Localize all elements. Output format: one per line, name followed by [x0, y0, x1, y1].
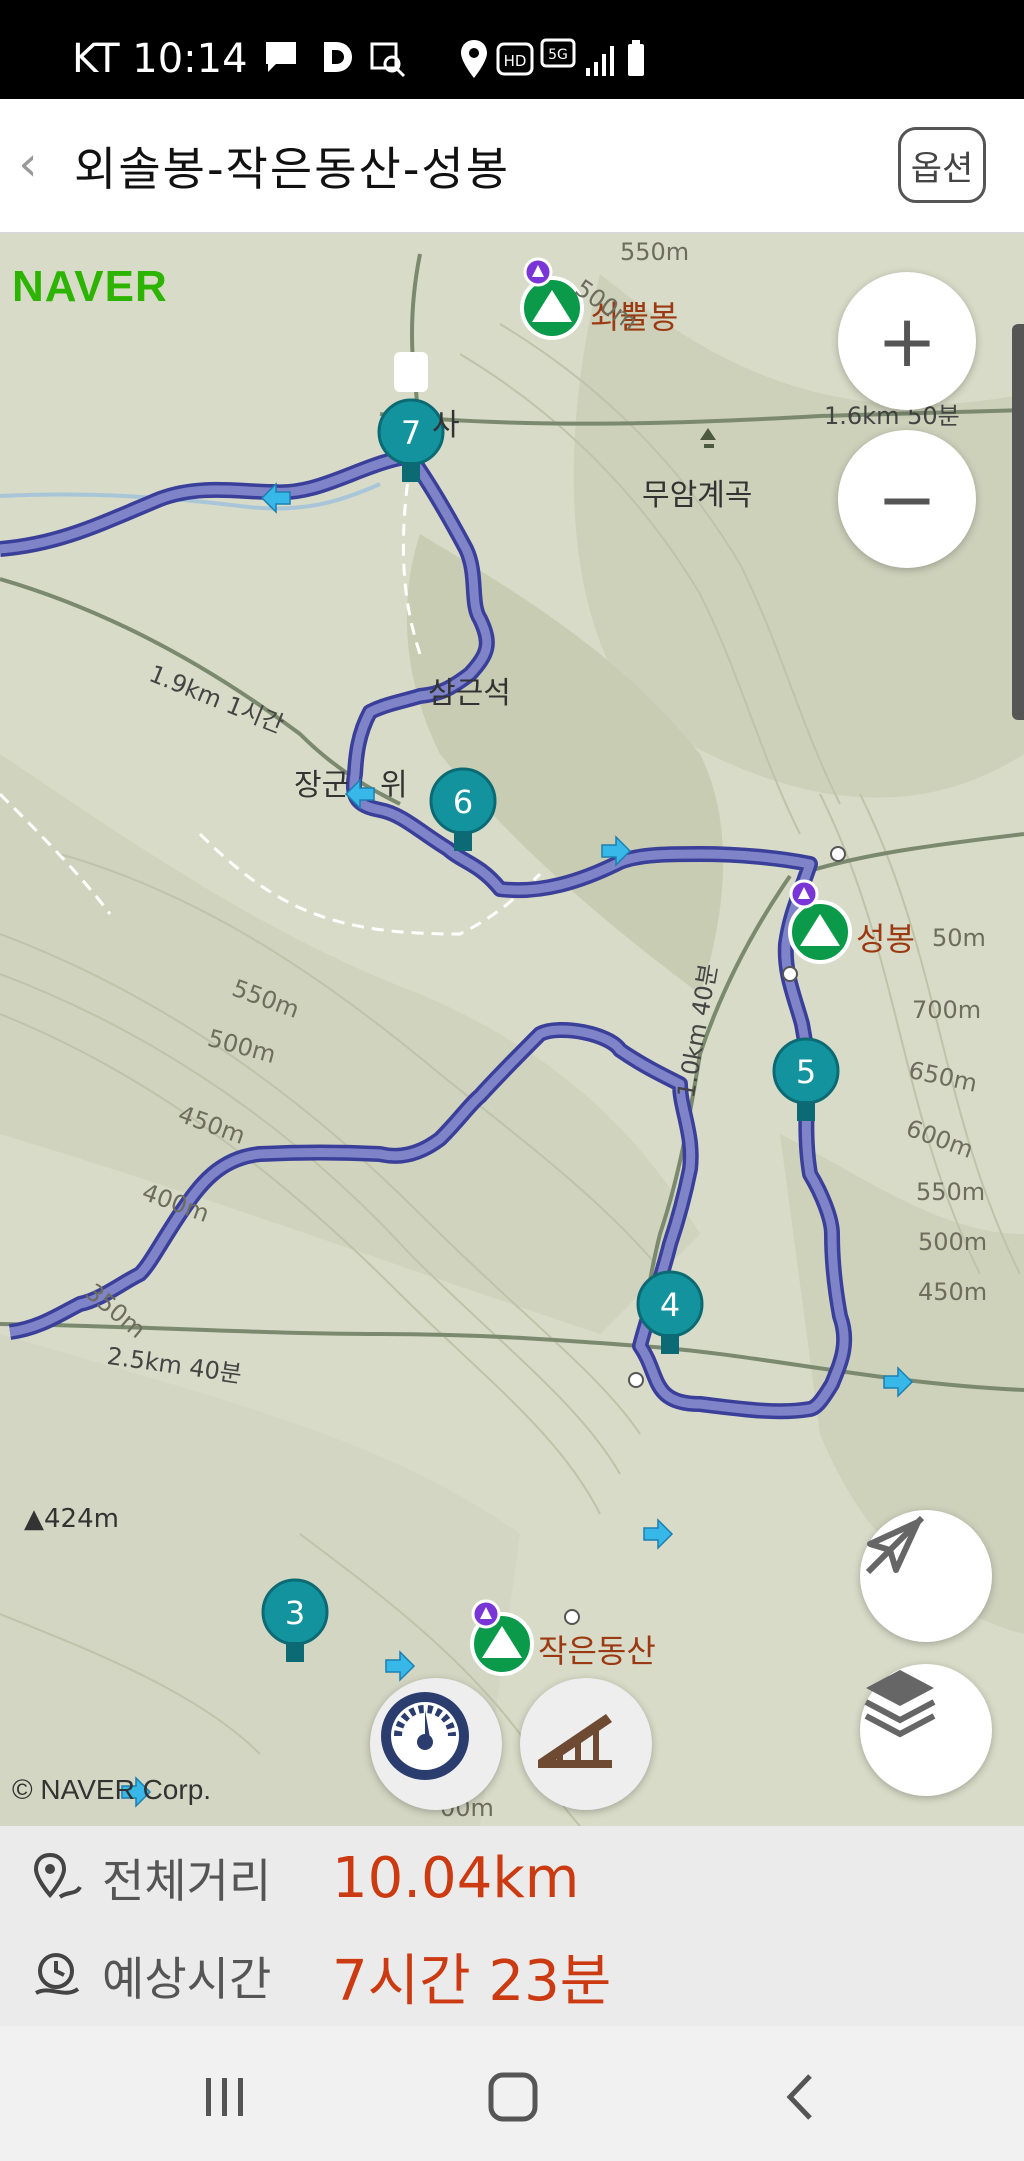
- side-handle[interactable]: [1012, 324, 1024, 720]
- contour-label: 700m: [912, 996, 982, 1024]
- layers-icon: [864, 1670, 936, 1738]
- distance-value: 10.04km: [332, 1845, 580, 1911]
- naver-logo: NAVER: [12, 262, 168, 311]
- temple-icon: [394, 352, 428, 392]
- waypoint-5-label: 5: [796, 1053, 816, 1091]
- system-nav-bar: [0, 2026, 1024, 2161]
- speedometer-icon: [381, 1692, 469, 1780]
- wi-label: 위: [380, 768, 408, 803]
- location-tracking-button[interactable]: [860, 1510, 992, 1642]
- plus-icon: +: [876, 299, 938, 383]
- battery-icon: [628, 40, 644, 76]
- 5g-icon: 5G: [540, 38, 576, 68]
- valley-label: 무암계곡: [642, 478, 753, 513]
- map-view[interactable]: 7 6 5 4 3 NAVER 쇠뿔봉 사 무암계곡 삼근석 장군 위 성봉 작…: [0, 234, 1024, 1826]
- d-icon: [324, 42, 352, 72]
- zoom-in-button[interactable]: +: [838, 272, 976, 410]
- waypoint-3-label: 3: [285, 1594, 305, 1632]
- contour-label: 50m: [932, 924, 986, 952]
- recent-apps-button[interactable]: [180, 2052, 270, 2142]
- rock-label: 삼근석: [428, 676, 511, 711]
- minus-icon: −: [876, 457, 938, 541]
- map-layers-button[interactable]: [860, 1664, 992, 1796]
- waypoint-5: 5: [772, 1037, 840, 1121]
- status-icons: HD 5G: [266, 38, 644, 78]
- jang-label: 장군: [294, 768, 350, 803]
- hd-icon: HD: [496, 42, 534, 76]
- status-bar: KT 10:14 HD 5G: [0, 0, 1024, 99]
- elevation-label: ▲424m: [24, 1504, 119, 1534]
- svg-text:HD: HD: [504, 52, 527, 70]
- back-chevron-icon: [786, 2074, 812, 2120]
- home-icon: [488, 2072, 538, 2122]
- recent-apps-icon: [206, 2078, 243, 2116]
- zoom-out-button[interactable]: −: [838, 430, 976, 568]
- location-icon: [461, 40, 487, 78]
- temple-label: 사: [432, 408, 460, 443]
- elevation-profile-button[interactable]: [520, 1678, 652, 1810]
- svg-text:5G: 5G: [548, 47, 568, 63]
- header: ‹ 외솔봉-작은동산-성봉 옵션: [0, 99, 1024, 234]
- waypoint-7-label: 7: [401, 414, 421, 452]
- page-title: 외솔봉-작은동산-성봉: [74, 142, 511, 196]
- speedometer-button[interactable]: [370, 1678, 502, 1810]
- back-button[interactable]: ‹: [6, 129, 50, 199]
- time-value: 7시간 23분: [332, 1948, 612, 2014]
- image-search-icon: [370, 42, 406, 78]
- system-back-button[interactable]: [756, 2052, 846, 2142]
- peak-marker-seong: [788, 879, 852, 964]
- route-summary: 전체거리 10.04km 예상시간 7시간 23분: [0, 1826, 1024, 2026]
- clock-icon: [35, 1953, 80, 1995]
- waypoint-6-label: 6: [453, 783, 473, 821]
- status-carrier-time: KT 10:14: [72, 36, 248, 82]
- home-button[interactable]: [468, 2052, 558, 2142]
- options-button[interactable]: 옵션: [898, 127, 986, 203]
- chat-bubble-icon: [266, 42, 296, 72]
- time-label: 예상시간: [102, 1952, 272, 2006]
- time-row: 예상시간 7시간 23분: [30, 1936, 611, 2016]
- contour-label: 450m: [918, 1278, 988, 1306]
- distance-label: 전체거리: [102, 1854, 272, 1908]
- waypoint-4-label: 4: [660, 1286, 680, 1324]
- incline-icon: [538, 1714, 612, 1768]
- map-copyright: © NAVER Corp.: [12, 1774, 212, 1805]
- peak-label-jakeun: 작은동산: [538, 1632, 656, 1670]
- distance-pin-icon: [33, 1852, 82, 1899]
- contour-label: 500m: [918, 1228, 988, 1256]
- peak-label-seong: 성봉: [856, 920, 915, 958]
- distance-row: 전체거리 10.04km: [30, 1838, 579, 1918]
- signal-icon: [586, 46, 614, 76]
- contour-label: 550m: [620, 238, 690, 266]
- location-off-icon: [865, 1515, 925, 1575]
- contour-label: 550m: [916, 1178, 986, 1206]
